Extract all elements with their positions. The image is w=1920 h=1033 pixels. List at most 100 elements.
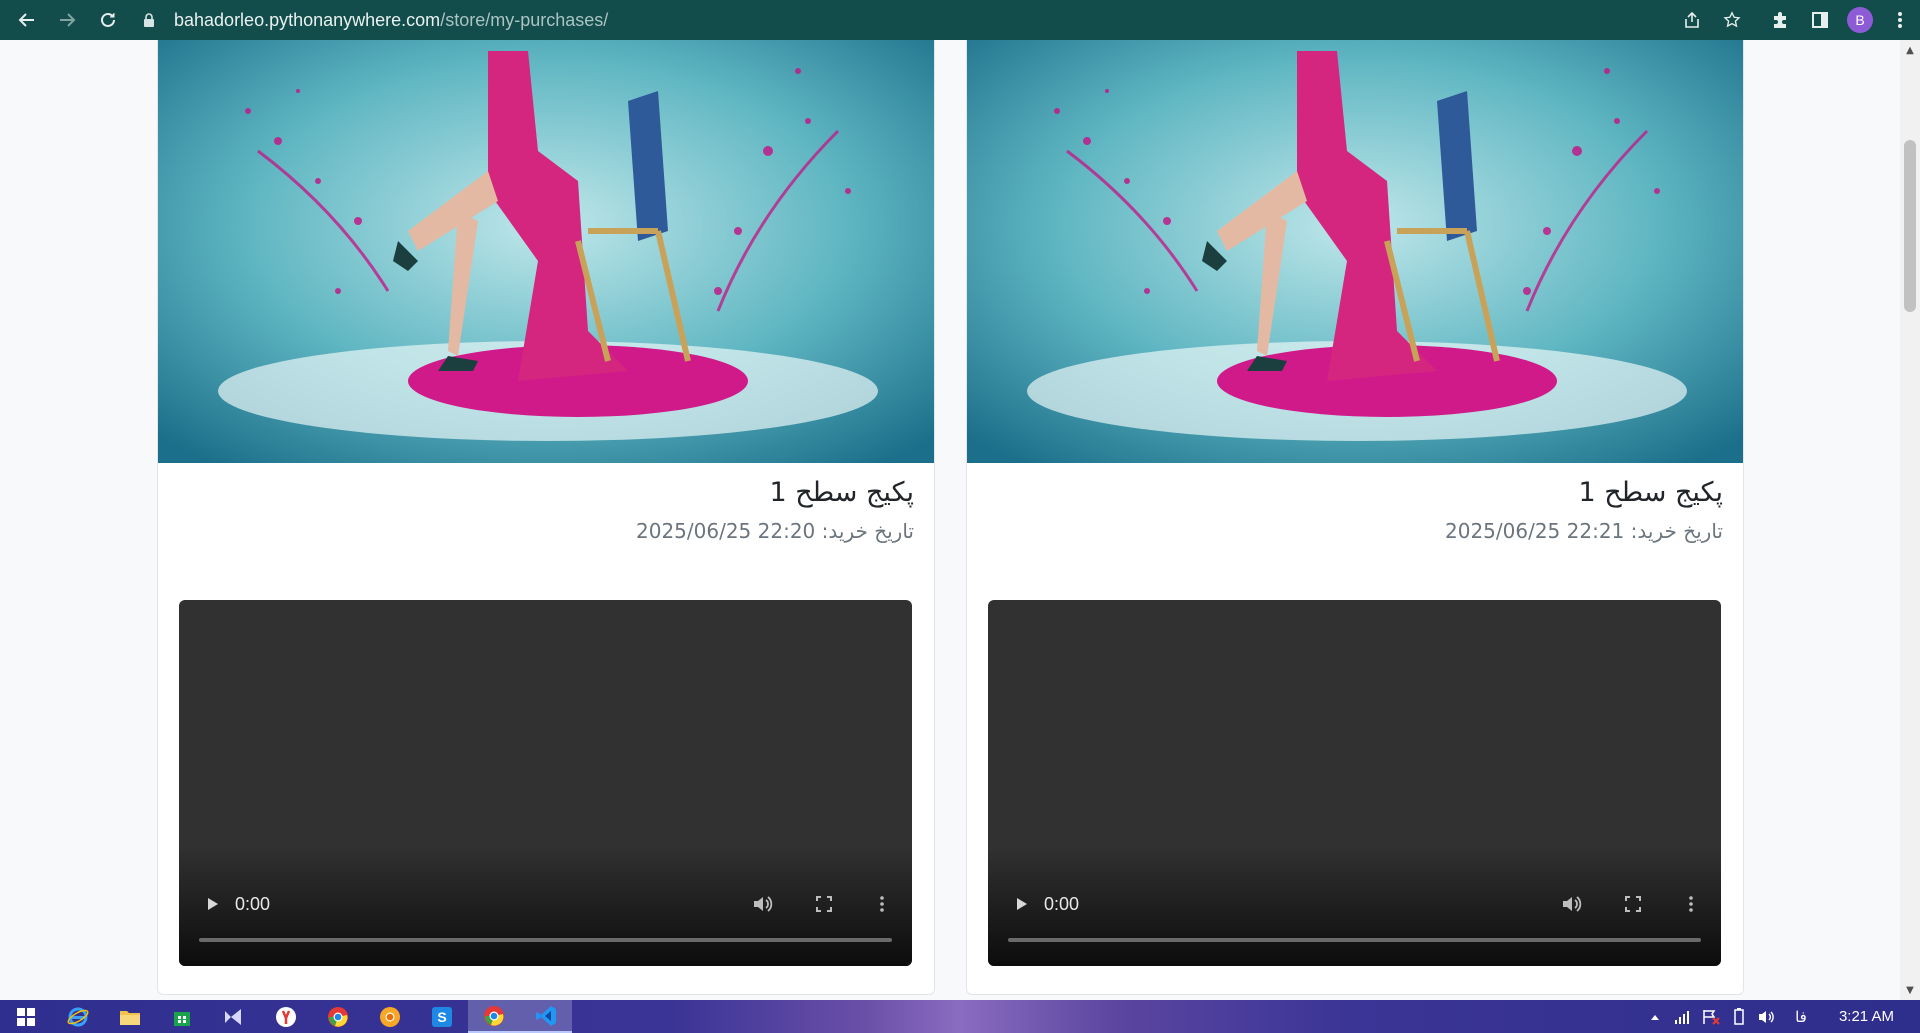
purchase-date-label: تاریخ خرید: <box>821 519 914 543</box>
video-player[interactable]: 0:00 <box>179 600 912 966</box>
url-path: /store/my-purchases/ <box>440 9 609 30</box>
tray-language[interactable]: فا <box>1781 1000 1821 1033</box>
taskbar-chrome[interactable] <box>312 1000 364 1033</box>
flag-alert-icon <box>1703 1009 1720 1025</box>
share-icon <box>1685 11 1699 28</box>
purchase-card: پکیج سطح 1 تاریخ خرید: 2025/06/25 22:20 … <box>157 40 935 995</box>
video-progress-bar[interactable] <box>1008 938 1701 942</box>
forward-button[interactable] <box>47 0 87 40</box>
video-options-button[interactable] <box>1681 892 1701 916</box>
package-title: پکیج سطح 1 <box>1578 477 1723 508</box>
folder-icon <box>120 1010 140 1025</box>
avatar: B <box>1847 7 1873 33</box>
browser-toolbar: bahadorleo.pythonanywhere.com/store/my-p… <box>0 0 1920 40</box>
back-arrow-icon <box>18 13 34 27</box>
side-panel-button[interactable] <box>1800 0 1840 40</box>
purchase-date-value: 2025/06/25 22:21 <box>1445 519 1625 543</box>
share-button[interactable] <box>1672 0 1712 40</box>
bookmark-button[interactable] <box>1712 0 1752 40</box>
purchases-page: پکیج سطح 1 تاریخ خرید: 2025/06/25 22:21 … <box>0 40 1900 1000</box>
store-icon <box>174 1011 190 1026</box>
speaker-icon <box>1758 1010 1774 1023</box>
chrome-icon <box>484 1005 504 1026</box>
scrollbar-thumb[interactable] <box>1904 140 1916 312</box>
volume-icon <box>754 896 773 912</box>
menu-button[interactable] <box>1880 0 1920 40</box>
puzzle-icon <box>1774 12 1786 28</box>
tray-action-center[interactable] <box>1697 1000 1725 1033</box>
fullscreen-icon <box>816 896 832 912</box>
taskbar-chrome-active[interactable] <box>468 1000 520 1033</box>
fullscreen-button[interactable] <box>1621 892 1645 916</box>
play-button[interactable] <box>1012 894 1032 914</box>
vscode-icon <box>536 1005 556 1026</box>
windows-logo-icon <box>17 1007 35 1026</box>
volume-button[interactable] <box>750 891 776 917</box>
volume-icon <box>1563 896 1582 912</box>
extensions-button[interactable] <box>1760 0 1800 40</box>
yandex-browser-icon <box>276 1006 296 1027</box>
tray-clock[interactable]: 3:21 AM <box>1821 1008 1920 1025</box>
video-player[interactable]: 0:00 <box>988 600 1721 966</box>
skype-icon: S <box>432 1006 452 1027</box>
forward-arrow-icon <box>60 13 76 27</box>
taskbar-chrome-canary[interactable] <box>364 1000 416 1033</box>
star-icon <box>1723 11 1741 28</box>
video-time: 0:00 <box>1044 893 1080 914</box>
taskbar-visual-studio[interactable] <box>208 1000 260 1033</box>
back-button[interactable] <box>7 0 47 40</box>
kebab-menu-icon <box>1898 12 1902 28</box>
fullscreen-icon <box>1625 896 1641 912</box>
fullscreen-button[interactable] <box>812 892 836 916</box>
taskbar-skype[interactable]: S <box>416 1000 468 1033</box>
kebab-menu-icon <box>880 896 884 912</box>
kebab-menu-icon <box>1689 896 1693 912</box>
scroll-up-arrow[interactable]: ▲ <box>1900 40 1920 60</box>
windows-taskbar: S فا 3:21 AM <box>0 1000 1920 1033</box>
profile-button[interactable]: B <box>1840 0 1880 40</box>
address-bar[interactable]: bahadorleo.pythonanywhere.com/store/my-p… <box>140 4 608 36</box>
visual-studio-icon <box>225 1008 241 1025</box>
side-panel-icon <box>1812 12 1828 28</box>
start-button[interactable] <box>0 1000 52 1033</box>
video-progress-bar[interactable] <box>199 938 892 942</box>
play-icon <box>1017 898 1027 910</box>
tray-volume[interactable] <box>1753 1000 1781 1033</box>
scroll-down-arrow[interactable]: ▼ <box>1900 980 1920 1000</box>
system-tray: فا 3:21 AM <box>1641 1000 1920 1033</box>
chrome-icon <box>328 1006 348 1027</box>
package-title: پکیج سطح 1 <box>769 477 914 508</box>
taskbar-internet-explorer[interactable] <box>52 1000 104 1033</box>
reload-button[interactable] <box>88 0 128 40</box>
volume-button[interactable] <box>1559 891 1585 917</box>
play-icon <box>208 898 218 910</box>
purchase-date: تاریخ خرید: 2025/06/25 22:20 <box>636 519 914 543</box>
language-indicator: فا <box>1795 1008 1807 1026</box>
svg-text:S: S <box>437 1009 446 1025</box>
url-host: bahadorleo.pythonanywhere.com <box>174 9 441 30</box>
product-image <box>158 40 934 463</box>
tray-expand-button[interactable] <box>1641 1000 1669 1033</box>
battery-plug-icon <box>1734 1007 1744 1025</box>
chevron-up-icon <box>1650 1014 1659 1020</box>
tray-network[interactable] <box>1669 1000 1697 1033</box>
chrome-canary-icon <box>380 1006 400 1027</box>
video-time: 0:00 <box>235 893 271 914</box>
purchase-card: پکیج سطح 1 تاریخ خرید: 2025/06/25 22:21 … <box>966 40 1744 995</box>
purchase-date-label: تاریخ خرید: <box>1630 519 1723 543</box>
taskbar-store[interactable] <box>156 1000 208 1033</box>
tray-power[interactable] <box>1725 1000 1753 1033</box>
internet-explorer-icon <box>67 1007 89 1026</box>
taskbar-yandex[interactable] <box>260 1000 312 1033</box>
purchase-date: تاریخ خرید: 2025/06/25 22:21 <box>1445 519 1723 543</box>
product-image <box>967 40 1743 463</box>
video-options-button[interactable] <box>872 892 892 916</box>
page-scrollbar[interactable]: ▲ ▼ <box>1900 40 1920 1000</box>
signal-icon <box>1674 1010 1689 1024</box>
purchase-date-value: 2025/06/25 22:20 <box>636 519 816 543</box>
lock-icon <box>140 11 158 29</box>
taskbar-vscode[interactable] <box>520 1000 572 1033</box>
reload-icon <box>101 12 115 27</box>
play-button[interactable] <box>203 894 223 914</box>
taskbar-file-explorer[interactable] <box>104 1000 156 1033</box>
